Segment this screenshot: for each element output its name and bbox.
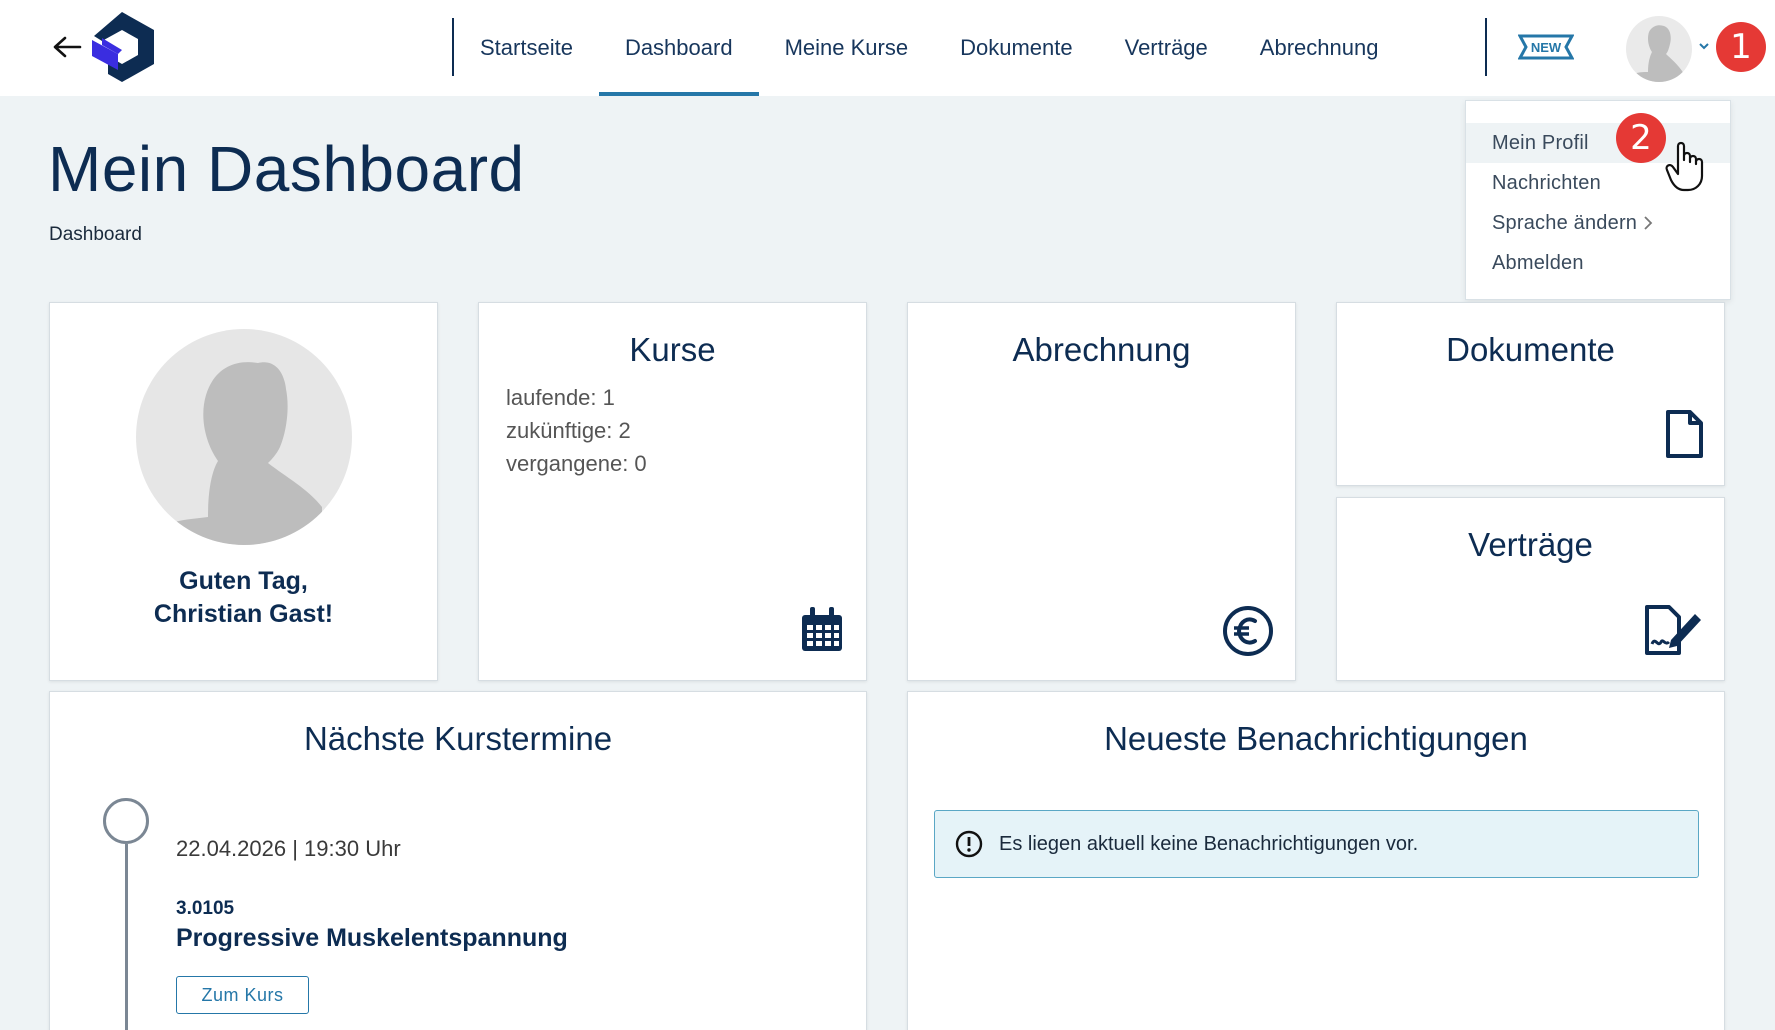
- avatar-icon: [1634, 25, 1684, 82]
- kurstermine-card: Nächste Kurstermine 22.04.2026 | 19:30 U…: [49, 691, 867, 1030]
- kurse-card-title: Kurse: [629, 331, 716, 368]
- abrechnung-card-title: Abrechnung: [1012, 331, 1191, 368]
- stat-zukuenftige: zukünftige: 2: [506, 418, 631, 443]
- main-nav: Startseite Dashboard Meine Kurse Dokumen…: [454, 0, 1404, 96]
- logo-icon[interactable]: [88, 10, 156, 84]
- chevron-down-icon[interactable]: [1697, 39, 1711, 53]
- user-dropdown-menu: Mein Profil Nachrichten Sprache ändern A…: [1465, 100, 1731, 300]
- abrechnung-card[interactable]: Abrechnung: [907, 302, 1296, 681]
- back-button[interactable]: [50, 28, 84, 66]
- kurse-stats: laufende: 1 zukünftige: 2 vergangene: 0: [506, 381, 647, 480]
- nav-item-meine-kurse[interactable]: Meine Kurse: [759, 0, 935, 96]
- profile-card[interactable]: Guten Tag, Christian Gast!: [49, 302, 438, 681]
- timeline-marker: [103, 798, 149, 844]
- page-title: Mein Dashboard: [48, 133, 525, 205]
- vertraege-card-title: Verträge: [1468, 526, 1593, 563]
- course-name: Progressive Muskelentspannung: [176, 924, 568, 952]
- top-navbar: Startseite Dashboard Meine Kurse Dokumen…: [0, 0, 1775, 96]
- kurse-card[interactable]: Kurse laufende: 1 zukünftige: 2 vergange…: [478, 302, 867, 681]
- greeting-text: Guten Tag, Christian Gast!: [50, 565, 437, 631]
- kurstermine-card-title: Nächste Kurstermine: [303, 720, 613, 757]
- vertraege-card[interactable]: Verträge: [1336, 497, 1725, 681]
- nav-divider-right: [1485, 18, 1487, 76]
- profile-photo: [136, 329, 352, 545]
- step-badge-1: 1: [1716, 22, 1766, 72]
- info-icon: [955, 830, 983, 858]
- nav-item-dashboard[interactable]: Dashboard: [598, 0, 759, 96]
- dokumente-card[interactable]: Dokumente: [1336, 302, 1725, 486]
- hand-cursor-icon: [1665, 141, 1704, 192]
- menu-item-sprache-label: Sprache ändern: [1492, 211, 1638, 234]
- nav-item-dokumente[interactable]: Dokumente: [934, 0, 1099, 96]
- nav-item-abrechnung[interactable]: Abrechnung: [1234, 0, 1405, 96]
- stat-vergangene: vergangene: 0: [506, 451, 647, 476]
- menu-item-abmelden[interactable]: Abmelden: [1466, 243, 1730, 283]
- document-icon: [1666, 410, 1703, 458]
- nav-item-vertraege[interactable]: Verträge: [1099, 0, 1234, 96]
- timeline-line: [125, 844, 128, 1030]
- step-badge-2: 2: [1616, 113, 1666, 163]
- new-badge-label: NEW: [1531, 40, 1562, 55]
- chevron-right-icon: [1644, 216, 1653, 230]
- greeting-line-1: Guten Tag,: [179, 567, 308, 595]
- menu-item-sprache-aendern[interactable]: Sprache ändern: [1466, 203, 1730, 243]
- benachrichtigungen-card-title: Neueste Benachrichtigungen: [1104, 720, 1528, 757]
- stat-laufende: laufende: 1: [506, 385, 615, 410]
- contract-signature-icon: [1645, 605, 1701, 655]
- euro-icon: [1223, 606, 1273, 656]
- zum-kurs-button[interactable]: Zum Kurs: [176, 976, 309, 1014]
- course-number: 3.0105: [176, 898, 235, 919]
- info-alert-text: Es liegen aktuell keine Benachrichtigung…: [999, 832, 1419, 855]
- course-date: 22.04.2026 | 19:30 Uhr: [176, 836, 401, 861]
- dokumente-card-title: Dokumente: [1446, 331, 1615, 368]
- benachrichtigungen-card: Neueste Benachrichtigungen Es liegen akt…: [907, 691, 1725, 1030]
- greeting-line-2: Christian Gast!: [153, 600, 334, 628]
- avatar-icon: [166, 362, 322, 545]
- breadcrumb[interactable]: Dashboard: [49, 224, 142, 246]
- nav-item-startseite[interactable]: Startseite: [454, 0, 599, 96]
- info-alert: Es liegen aktuell keine Benachrichtigung…: [934, 810, 1699, 878]
- new-badge-icon[interactable]: NEW: [1518, 33, 1574, 61]
- calendar-icon: [802, 607, 842, 651]
- back-arrow-icon: [53, 36, 82, 58]
- user-avatar-button[interactable]: [1626, 16, 1692, 82]
